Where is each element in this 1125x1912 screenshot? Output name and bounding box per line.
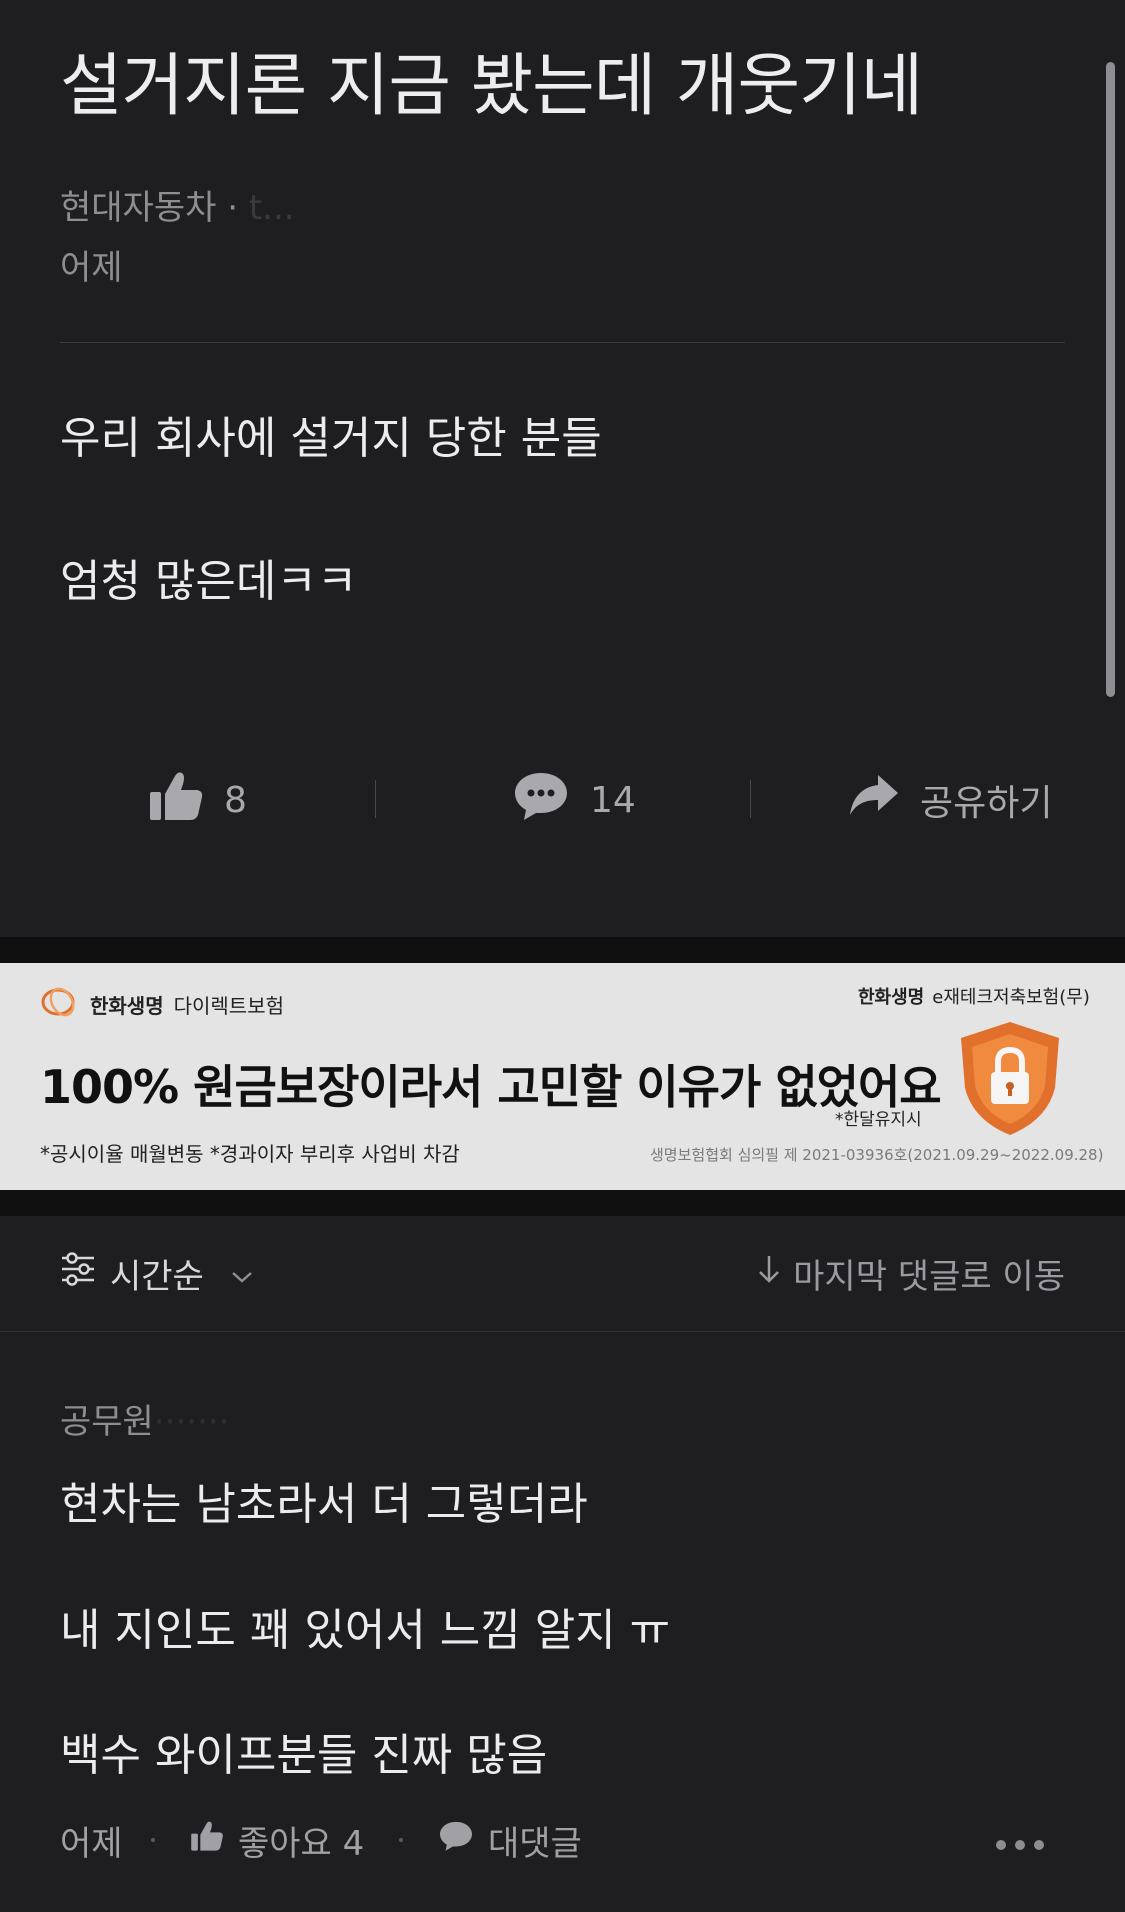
reply-button[interactable]: 대댓글 <box>438 1805 582 1875</box>
jump-to-last-comment[interactable]: 마지막 댓글로 이동 <box>757 1216 1065 1331</box>
section-separator <box>0 1190 1125 1216</box>
ad-banner[interactable]: 한화생명 다이렉트보험 한화생명 e재테크저축보험(무) 100% 원금보장이라서… <box>0 963 1125 1190</box>
sort-dropdown[interactable]: 시간순 <box>60 1216 254 1331</box>
comment-author-blurred: ······· <box>153 1402 230 1442</box>
comment-company: 공무원 <box>60 1402 154 1442</box>
ad-brand-sub: 다이렉트보험 <box>173 994 285 1018</box>
sort-label: 시간순 <box>110 1257 204 1297</box>
comment-meta: 어제 좋아요 4 대댓글 <box>60 1805 1070 1875</box>
meta-dot <box>399 1838 403 1842</box>
post-actions: 8 14 공유하기 <box>0 760 1125 840</box>
thumbs-up-icon <box>190 1820 224 1861</box>
comment-like-label: 좋아요 4 <box>238 1823 365 1864</box>
ad-logo: 한화생명 다이렉트보험 <box>40 985 284 1024</box>
chevron-down-icon <box>230 1254 254 1294</box>
post-body-line-2: 엄청 많은데ㅋㅋ <box>60 556 358 607</box>
ad-registration: 생명보험협회 심의필 제 2021-03936호(2021.09.29~2022… <box>650 1146 1104 1164</box>
comment-line-2: 내 지인도 꽤 있어서 느낌 알지 ㅠ <box>60 1605 671 1656</box>
action-divider <box>375 780 376 818</box>
speech-bubble-icon <box>512 770 570 831</box>
speech-bubble-icon <box>438 1820 474 1861</box>
post-card: 설거지론 지금 봤는데 개웃기네 현대자동차 · t... 어제 우리 회사에 … <box>0 0 1125 937</box>
post-body-line-1: 우리 회사에 설거지 당한 분들 <box>60 413 602 464</box>
like-count: 8 <box>224 779 247 821</box>
shield-lock-icon <box>955 1018 1065 1142</box>
divider <box>60 342 1065 343</box>
share-label: 공유하기 <box>920 783 1053 824</box>
share-arrow-icon <box>848 773 900 828</box>
comment-count: 14 <box>590 779 636 821</box>
meta-dot <box>151 1838 155 1842</box>
post-company: 현대자동차 · <box>60 188 249 228</box>
share-button[interactable]: 공유하기 <box>848 760 1052 840</box>
ad-headline: 100% 원금보장이라서 고민할 이유가 없었어요 <box>40 1060 942 1114</box>
ad-note: *한달유지시 <box>835 1110 922 1130</box>
comment-time-text: 어제 <box>60 1823 123 1864</box>
thumbs-up-icon <box>148 770 204 831</box>
post-title: 설거지론 지금 봤는데 개웃기네 <box>60 47 923 126</box>
more-dots-icon <box>995 1820 1045 1860</box>
comment-button[interactable]: 14 <box>512 760 636 840</box>
post-time: 어제 <box>60 248 123 288</box>
ad-brand: 한화생명 <box>90 994 164 1018</box>
comment-sort-bar: 시간순 마지막 댓글로 이동 <box>0 1216 1125 1332</box>
comment-like-button[interactable]: 좋아요 4 <box>190 1805 364 1875</box>
reply-label: 대댓글 <box>488 1823 582 1864</box>
comment-line-1: 현차는 남초라서 더 그렇더라 <box>60 1479 588 1530</box>
comment-author[interactable]: 공무원······· <box>60 1394 230 1443</box>
arrow-down-icon <box>757 1253 781 1294</box>
scrollbar[interactable] <box>1106 62 1115 697</box>
comment-time: 어제 <box>60 1805 123 1875</box>
jump-label: 마지막 댓글로 이동 <box>793 1257 1065 1297</box>
post-author-blurred: t... <box>248 188 295 228</box>
hanwha-logo-icon <box>40 985 80 1024</box>
sliders-icon <box>60 1251 96 1296</box>
comment-line-3: 백수 와이프분들 진짜 많음 <box>60 1730 548 1781</box>
more-options-button[interactable] <box>995 1805 1045 1875</box>
ad-product: 한화생명 e재테크저축보험(무) <box>858 983 1090 1009</box>
action-divider <box>750 780 751 818</box>
post-author[interactable]: 현대자동차 · t... <box>60 180 295 229</box>
ad-product-brand: 한화생명 <box>858 987 925 1008</box>
like-button[interactable]: 8 <box>148 760 247 840</box>
ad-footnote: *공시이율 매월변동 *경과이자 부리후 사업비 차감 <box>40 1142 460 1166</box>
ad-product-name: e재테크저축보험(무) <box>932 987 1090 1008</box>
section-separator <box>0 937 1125 963</box>
